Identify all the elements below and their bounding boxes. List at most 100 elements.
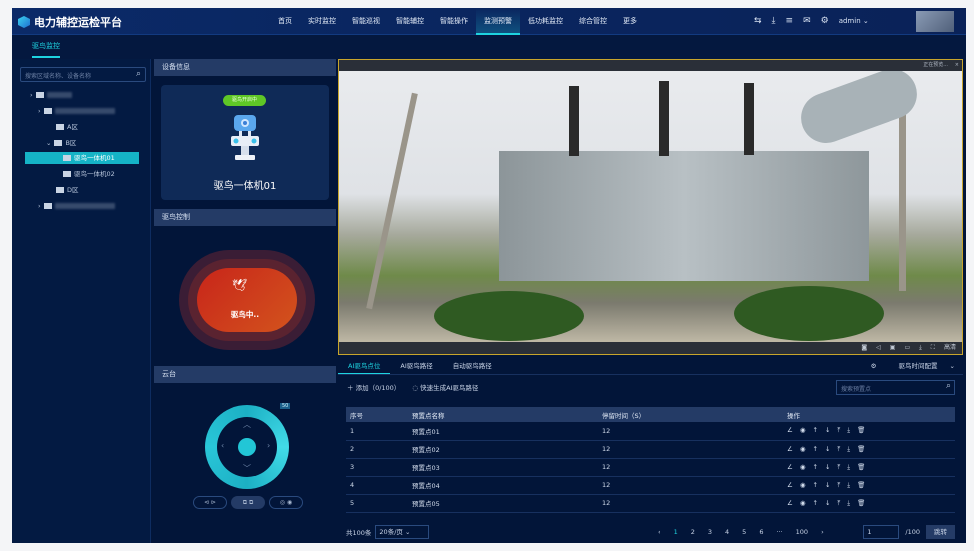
time-config-button[interactable]: ⚙ 驱鸟时间配置 ⌄ bbox=[861, 357, 955, 375]
camera-icon[interactable]: ◙ bbox=[861, 342, 867, 354]
move-bottom-icon[interactable]: ⤓ bbox=[847, 426, 850, 434]
tree-node[interactable]: › bbox=[38, 105, 115, 117]
nav-more[interactable]: 更多 bbox=[615, 8, 645, 35]
mail-icon[interactable]: ✉ bbox=[803, 8, 811, 35]
move-down-icon[interactable]: ↓ bbox=[825, 481, 830, 489]
move-down-icon[interactable]: ↓ bbox=[825, 426, 830, 434]
page-size-select[interactable]: 20条/页 ⌄ bbox=[375, 525, 430, 539]
nav-patrol[interactable]: 智能巡视 bbox=[344, 8, 388, 35]
move-bottom-icon[interactable]: ⤓ bbox=[847, 463, 850, 471]
switch-icon[interactable]: ⇆ bbox=[754, 8, 762, 35]
quick-generate-button[interactable]: ◌ 快速生成AI驱鸟路径 bbox=[412, 382, 478, 392]
delete-icon[interactable]: 🗑 bbox=[857, 499, 865, 507]
page-3[interactable]: 3 bbox=[708, 528, 712, 536]
move-top-icon[interactable]: ⤒ bbox=[837, 481, 840, 489]
ptz-direction-pad[interactable]: ︿ ﹀ ‹ › bbox=[217, 417, 277, 477]
page-input[interactable]: 1 bbox=[863, 525, 900, 539]
nav-manage[interactable]: 综合管控 bbox=[571, 8, 615, 35]
next-page-button[interactable]: › bbox=[821, 528, 824, 536]
move-bottom-icon[interactable]: ⤓ bbox=[847, 499, 850, 507]
close-icon[interactable]: × bbox=[955, 60, 959, 71]
page-2[interactable]: 2 bbox=[691, 528, 695, 536]
settings-icon[interactable]: ⚙ bbox=[821, 8, 829, 35]
list-icon[interactable]: ≡ bbox=[786, 8, 794, 35]
play-icon[interactable]: ◉ bbox=[800, 499, 806, 507]
video-player[interactable]: 正在预览... × ◙ ◁ ▣ ▭ ⤓ ⛶ 高清 bbox=[338, 59, 963, 355]
page-5[interactable]: 5 bbox=[742, 528, 746, 536]
jump-button[interactable]: 跳转 bbox=[926, 525, 955, 539]
zoom-buttons[interactable]: ⊲ ⊳ bbox=[193, 496, 227, 509]
move-up-icon[interactable]: ↑ bbox=[813, 499, 818, 507]
window-icon[interactable]: ▭ bbox=[904, 342, 910, 354]
up-arrow-icon[interactable]: ︿ bbox=[243, 419, 251, 430]
volume-icon[interactable]: ◁ bbox=[876, 342, 881, 354]
move-top-icon[interactable]: ⤒ bbox=[837, 445, 840, 453]
move-bottom-icon[interactable]: ⤓ bbox=[847, 481, 850, 489]
page-8[interactable]: 100 bbox=[796, 528, 808, 536]
page-4[interactable]: 4 bbox=[725, 528, 729, 536]
search-icon[interactable]: ⌕ bbox=[946, 381, 951, 391]
download-icon[interactable]: ⤓ bbox=[772, 8, 776, 35]
move-up-icon[interactable]: ↑ bbox=[813, 463, 818, 471]
record-icon[interactable]: ▣ bbox=[890, 342, 896, 354]
right-arrow-icon[interactable]: › bbox=[267, 441, 270, 450]
move-up-icon[interactable]: ↑ bbox=[813, 445, 818, 453]
delete-icon[interactable]: 🗑 bbox=[857, 481, 865, 489]
edit-icon[interactable]: ∠ bbox=[787, 426, 793, 434]
left-arrow-icon[interactable]: ‹ bbox=[221, 441, 224, 450]
play-icon[interactable]: ◉ bbox=[800, 463, 806, 471]
play-icon[interactable]: ◉ bbox=[800, 481, 806, 489]
nav-home[interactable]: 首页 bbox=[270, 8, 300, 35]
delete-icon[interactable]: 🗑 bbox=[857, 445, 865, 453]
tab-ai-points[interactable]: AI驱鸟点位 bbox=[338, 357, 391, 374]
page-6[interactable]: 6 bbox=[759, 528, 763, 536]
prev-page-button[interactable]: ‹ bbox=[658, 528, 661, 536]
delete-icon[interactable]: 🗑 bbox=[857, 426, 865, 434]
page-1[interactable]: 1 bbox=[674, 528, 678, 536]
tree-node[interactable]: › bbox=[38, 200, 115, 212]
search-icon[interactable]: ⌕ bbox=[136, 69, 141, 79]
tree-node-device-02[interactable]: 驱鸟一体机02 bbox=[63, 168, 115, 180]
add-button[interactable]: ＋ 添加（0/100） bbox=[347, 382, 400, 392]
focus-buttons[interactable]: ⧉ ⧉ bbox=[231, 496, 265, 509]
move-down-icon[interactable]: ↓ bbox=[825, 463, 830, 471]
nav-aux[interactable]: 智能辅控 bbox=[388, 8, 432, 35]
tree-node[interactable]: › bbox=[30, 89, 72, 101]
move-top-icon[interactable]: ⤒ bbox=[837, 499, 840, 507]
edit-icon[interactable]: ∠ bbox=[787, 481, 793, 489]
move-top-icon[interactable]: ⤒ bbox=[837, 463, 840, 471]
move-down-icon[interactable]: ↓ bbox=[825, 445, 830, 453]
play-icon[interactable]: ◉ bbox=[800, 445, 806, 453]
move-bottom-icon[interactable]: ⤓ bbox=[847, 445, 850, 453]
ptz-center-button[interactable] bbox=[238, 438, 256, 456]
iris-buttons[interactable]: ◎ ◉ bbox=[269, 496, 303, 509]
tab-ai-path[interactable]: AI驱鸟路径 bbox=[390, 357, 442, 374]
nav-lowpower[interactable]: 低功耗监控 bbox=[520, 8, 571, 35]
download-icon[interactable]: ⤓ bbox=[919, 342, 922, 354]
tab-auto-path[interactable]: 自动驱鸟路径 bbox=[443, 357, 502, 374]
move-up-icon[interactable]: ↑ bbox=[813, 426, 818, 434]
edit-icon[interactable]: ∠ bbox=[787, 499, 793, 507]
tree-node-b[interactable]: ⌄ B区 bbox=[46, 137, 76, 149]
delete-icon[interactable]: 🗑 bbox=[857, 463, 865, 471]
move-top-icon[interactable]: ⤒ bbox=[837, 426, 840, 434]
preset-search-input[interactable]: 搜索预置点 ⌕ bbox=[836, 380, 955, 395]
down-arrow-icon[interactable]: ﹀ bbox=[243, 463, 251, 474]
tab-bird-monitor[interactable]: 驱鸟监控 bbox=[32, 41, 60, 58]
quality-button[interactable]: 高清 bbox=[944, 342, 956, 354]
nav-realtime[interactable]: 实时监控 bbox=[300, 8, 344, 35]
avatar[interactable] bbox=[916, 11, 954, 32]
edit-icon[interactable]: ∠ bbox=[787, 445, 793, 453]
tree-node-device-01[interactable]: 驱鸟一体机01 bbox=[25, 152, 139, 164]
nav-monitor[interactable]: 监测预警 bbox=[476, 8, 520, 35]
page-7[interactable]: ··· bbox=[776, 528, 782, 536]
fullscreen-icon[interactable]: ⛶ bbox=[931, 342, 935, 354]
move-down-icon[interactable]: ↓ bbox=[825, 499, 830, 507]
tree-search-input[interactable]: 搜索区域名称、设备名称 ⌕ bbox=[20, 67, 146, 82]
move-up-icon[interactable]: ↑ bbox=[813, 481, 818, 489]
edit-icon[interactable]: ∠ bbox=[787, 463, 793, 471]
play-icon[interactable]: ◉ bbox=[800, 426, 806, 434]
tree-node-d[interactable]: D区 bbox=[56, 184, 79, 196]
user-menu[interactable]: admin ⌄ bbox=[839, 8, 869, 35]
tree-node-a[interactable]: A区 bbox=[56, 121, 78, 133]
